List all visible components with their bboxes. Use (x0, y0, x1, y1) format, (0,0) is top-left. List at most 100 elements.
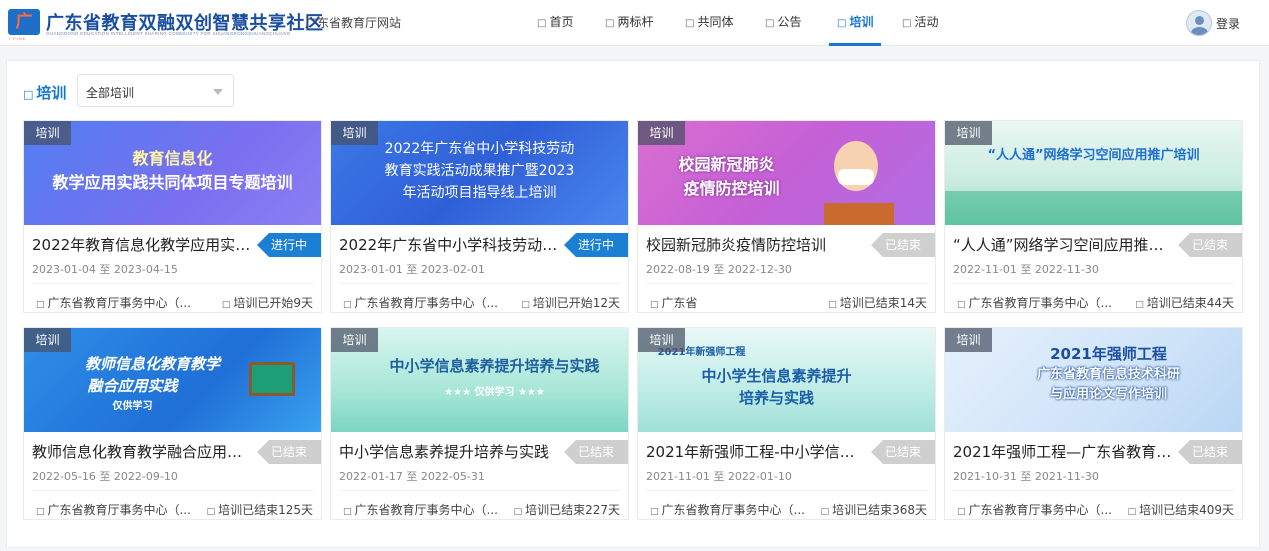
education-dept-link[interactable]: 广东省教育厅网站 (305, 14, 401, 31)
clock-icon: □ (206, 507, 216, 517)
card-date: 2022-11-01 至 2022-11-30 (953, 263, 1099, 276)
divider (953, 283, 1234, 284)
card-date: 2021-10-31 至 2021-11-30 (953, 470, 1099, 483)
training-card[interactable]: 2021年新强师工程 中小学生信息素养提升 培养与实践 培训 2021年新强师工… (637, 327, 936, 520)
chevron-down-icon (213, 89, 223, 95)
card-date: 2021-11-01 至 2022-01-10 (646, 470, 792, 483)
banner-hills (945, 191, 1242, 225)
card-banner[interactable]: 2021年新强师工程 中小学生信息素养提升 培养与实践 培训 (638, 328, 935, 432)
card-banner[interactable]: 校园新冠肺炎 疫情防控培训 培训 (638, 121, 935, 225)
card-days: □ 培训已开始9天 (221, 296, 313, 310)
card-title[interactable]: 2021年强师工程—广东省教育信息技术科研与应用论文写作培训 (953, 441, 1173, 462)
card-days: □ 培训已结束14天 (828, 296, 927, 310)
status-badge: 进行中 (564, 233, 628, 257)
card-banner[interactable]: “人人通”网络学习空间应用推广培训 培训 (945, 121, 1242, 225)
card-date: 2023-01-04 至 2023-04-15 (32, 263, 178, 276)
divider (32, 490, 313, 491)
clock-icon: □ (820, 507, 830, 517)
card-title[interactable]: 中小学信息素养提升培养与实践 (339, 441, 559, 462)
status-badge: 已结束 (1178, 233, 1242, 257)
filter-value: 全部培训 (86, 86, 135, 100)
divider (339, 283, 620, 284)
banner-heading: 中小学信息素养提升培养与实践 (389, 357, 600, 375)
training-filter-select[interactable]: 全部培训 (77, 74, 234, 107)
card-date: 2022-01-17 至 2022-05-31 (339, 470, 485, 483)
card-title[interactable]: 2021年新强师工程-中小学信息素养提升培养与实践 (646, 441, 866, 462)
divider (953, 490, 1234, 491)
card-tag: 培训 (24, 328, 71, 352)
nav-item-benchmark[interactable]: □ 两标杆 (605, 0, 653, 46)
clock-icon: □ (513, 507, 523, 517)
banner-subheading: 广东省教育信息技术科研 (1036, 367, 1180, 382)
login-link[interactable]: 登录 (1216, 15, 1240, 32)
status-badge: 已结束 (871, 440, 935, 464)
card-tag: 培训 (638, 121, 685, 145)
card-tag: 培训 (331, 328, 378, 352)
card-organizer: □ 广东省教育厅事务中心（... (650, 503, 805, 517)
top-header: 广 I FINE 广东省教育双融双创智慧共享社区 GUANGDONG EDUCA… (0, 0, 1269, 46)
training-card[interactable]: 中小学信息素养提升培养与实践 ★★★ 仅供学习 ★★★ 培训 中小学信息素养提升… (330, 327, 629, 520)
card-banner[interactable]: 中小学信息素养提升培养与实践 ★★★ 仅供学习 ★★★ 培训 (331, 328, 628, 432)
card-title[interactable]: 2022年广东省中小学科技劳动教育实践活动成果推广 (339, 234, 559, 255)
building-icon: □ (36, 507, 45, 517)
card-banner[interactable]: 2022年广东省中小学科技劳动 教育实践活动成果推广暨2023 年活动项目指导线… (331, 121, 628, 225)
status-badge: 已结束 (871, 233, 935, 257)
building-icon: □ (343, 507, 352, 517)
card-tag: 培训 (24, 121, 71, 145)
square-icon: □ (23, 88, 34, 101)
nav-item-activity[interactable]: □ 活动 (902, 0, 938, 46)
training-card[interactable]: 教师信息化教育教学 融合应用实践 仅供学习 培训 教师信息化教育教学融合应用实践… (23, 327, 322, 520)
clock-icon: □ (1135, 300, 1144, 310)
card-days: □ 培训已结束368天 (820, 503, 927, 517)
card-organizer: □ 广东省教育厅事务中心（... (957, 296, 1112, 310)
clock-icon: □ (521, 300, 530, 310)
site-logo[interactable]: 广 I FINE (8, 9, 40, 41)
logo-sub: I FINE (9, 36, 27, 41)
card-title[interactable]: 校园新冠肺炎疫情防控培训 (646, 234, 866, 255)
square-icon: □ (537, 18, 547, 29)
divider (339, 490, 620, 491)
avatar-icon[interactable] (1186, 10, 1212, 36)
building-icon: □ (650, 507, 659, 517)
banner-subheading: 与应用论文写作培训 (1049, 387, 1167, 402)
site-subtitle: GUANGDONG EDUCATION INTELLIGENT SHARING … (46, 31, 291, 36)
nav-item-home[interactable]: □ 首页 (537, 0, 573, 46)
card-tag: 培训 (331, 121, 378, 145)
card-title[interactable]: 教师信息化教育教学融合应用实践 (32, 441, 252, 462)
card-title[interactable]: 2022年教育信息化教学应用实践共同体项目专题培训 (32, 234, 252, 255)
card-title[interactable]: “人人通”网络学习空间应用推广培训 (953, 234, 1173, 255)
square-icon: □ (765, 18, 775, 29)
building-icon: □ (343, 300, 352, 310)
chalkboard-shape (249, 362, 295, 396)
nav-item-notice[interactable]: □ 公告 (765, 0, 801, 46)
card-tag: 培训 (638, 328, 685, 352)
card-organizer: □ 广东省 (650, 296, 698, 310)
training-panel: □ 培训 全部培训 教育信息化 教学应用实践共同体项目专题培训 培训 2022年教… (6, 60, 1260, 548)
card-days: □ 培训已结束44天 (1135, 296, 1234, 310)
card-banner[interactable]: 2021年强师工程 广东省教育信息技术科研 与应用论文写作培训 培训 (945, 328, 1242, 432)
card-banner[interactable]: 教育信息化 教学应用实践共同体项目专题培训 培训 (24, 121, 321, 225)
banner-subheading: 教育实践活动成果推广暨2023 (384, 163, 575, 179)
training-card[interactable]: 校园新冠肺炎 疫情防控培训 培训 校园新冠肺炎疫情防控培训 已结束 2022-0… (637, 120, 936, 313)
training-card[interactable]: 2022年广东省中小学科技劳动 教育实践活动成果推广暨2023 年活动项目指导线… (330, 120, 629, 313)
status-badge: 已结束 (1178, 440, 1242, 464)
divider (646, 283, 927, 284)
training-card[interactable]: “人人通”网络学习空间应用推广培训 培训 “人人通”网络学习空间应用推广培训 已… (944, 120, 1243, 313)
card-days: □ 培训已开始12天 (521, 296, 620, 310)
training-card[interactable]: 2021年强师工程 广东省教育信息技术科研 与应用论文写作培训 培训 2021年… (944, 327, 1243, 520)
divider (646, 490, 927, 491)
nav-item-community[interactable]: □ 共同体 (685, 0, 733, 46)
card-organizer: □ 广东省教育厅事务中心（... (957, 503, 1112, 517)
training-card[interactable]: 教育信息化 教学应用实践共同体项目专题培训 培训 2022年教育信息化教学应用实… (23, 120, 322, 313)
banner-heading: “人人通”网络学习空间应用推广培训 (987, 148, 1200, 163)
banner-note: ★★★ 仅供学习 ★★★ (444, 387, 545, 398)
desk-shape (824, 203, 894, 225)
building-icon: □ (650, 300, 659, 310)
nav-item-training[interactable]: □ 培训 (828, 0, 883, 46)
status-badge: 已结束 (564, 440, 628, 464)
card-banner[interactable]: 教师信息化教育教学 融合应用实践 仅供学习 培训 (24, 328, 321, 432)
clock-icon: □ (1127, 507, 1137, 517)
square-icon: □ (837, 18, 847, 29)
section-title: □ 培训 (23, 84, 67, 102)
building-icon: □ (957, 300, 966, 310)
